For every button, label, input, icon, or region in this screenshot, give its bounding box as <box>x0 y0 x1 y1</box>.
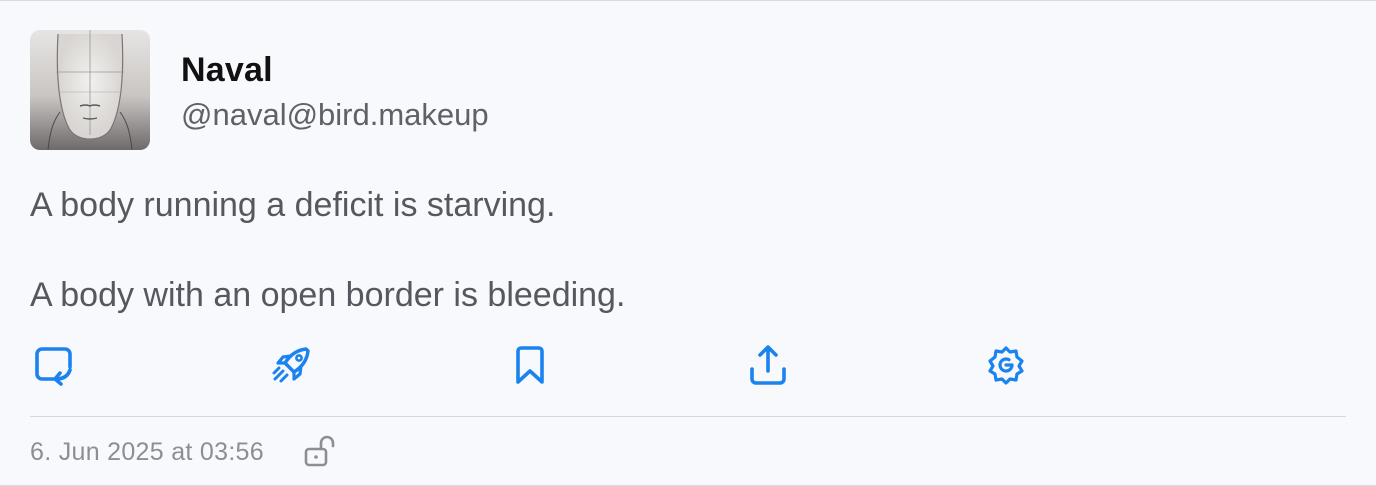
rocket-icon <box>272 347 310 383</box>
footer-divider <box>30 416 1346 417</box>
author-handle[interactable]: @naval@bird.makeup <box>181 97 489 133</box>
post-text-line: A body running a deficit is starving. <box>30 186 556 224</box>
avatar[interactable] <box>30 30 150 150</box>
share-button[interactable] <box>744 341 792 389</box>
bookmark-button[interactable] <box>506 341 554 389</box>
author-display-name[interactable]: Naval <box>181 51 273 90</box>
reply-button[interactable] <box>30 341 78 389</box>
reply-icon <box>35 347 72 386</box>
post-timestamp[interactable]: 6. Jun 2025 at 03:56 <box>30 438 264 467</box>
more-options-button[interactable] <box>982 341 1030 389</box>
share-icon <box>750 345 786 385</box>
post-card: Naval @naval@bird.makeup A body running … <box>0 0 1376 486</box>
boost-button[interactable] <box>268 341 316 389</box>
unlock-icon <box>304 435 335 467</box>
gear-icon <box>988 346 1024 385</box>
bookmark-icon <box>516 346 544 384</box>
post-text-line: A body with an open border is bleeding. <box>30 276 626 314</box>
avatar-image <box>30 30 150 150</box>
